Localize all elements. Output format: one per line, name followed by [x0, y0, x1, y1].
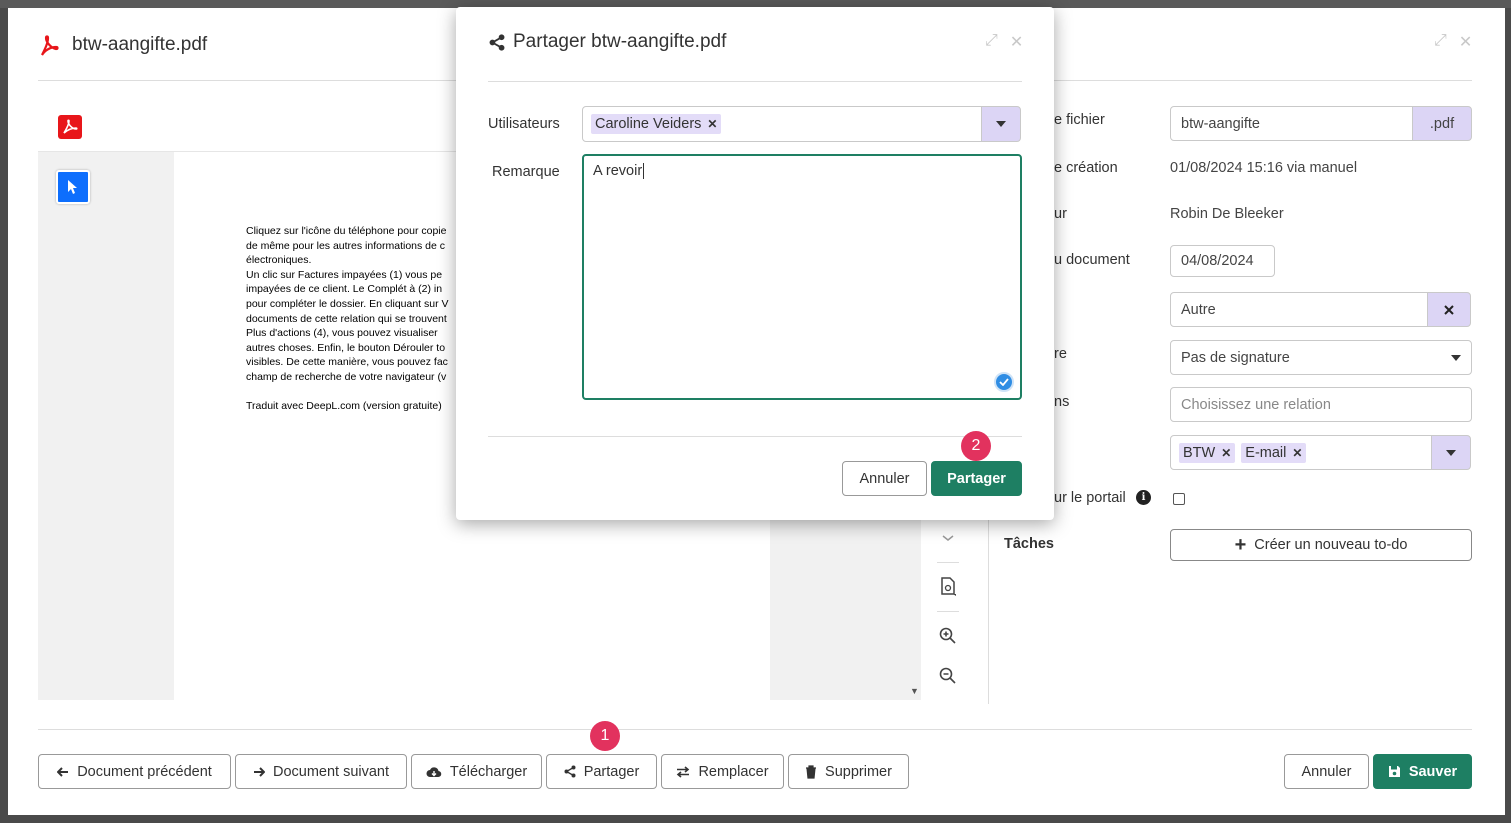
docdate-label: u document [1054, 252, 1130, 268]
spellcheck-icon[interactable] [994, 372, 1014, 392]
plus-icon: + [1234, 534, 1247, 556]
tag-chip[interactable]: E-mail ✕ [1241, 442, 1307, 463]
chevron-down-icon [1451, 354, 1461, 361]
remark-label: Remarque [492, 164, 560, 180]
share-cancel-button[interactable]: Annuler [842, 461, 927, 496]
select-tool-button[interactable] [56, 170, 90, 204]
tag-chip[interactable]: BTW ✕ [1179, 442, 1236, 463]
extension-addon: .pdf [1412, 106, 1472, 141]
type-select[interactable]: Autre [1170, 292, 1428, 327]
zoom-in-icon[interactable] [933, 616, 963, 656]
users-label: Utilisateurs [488, 116, 560, 132]
share-dialog-title: Partager btw-aangifte.pdf [513, 31, 727, 52]
arrow-right-icon [253, 766, 265, 777]
signature-select[interactable]: Pas de signature [1170, 340, 1472, 375]
close-icon [1444, 304, 1454, 315]
modal-header: btw-aangifte.pdf [38, 30, 207, 60]
docdate-input[interactable]: 04/08/2024 [1170, 245, 1275, 277]
chevron-down-icon [996, 121, 1006, 127]
viewer-tools [923, 518, 973, 696]
share-dialog: Partager btw-aangifte.pdf ⤢ ✕ Utilisateu… [456, 7, 1054, 520]
download-button[interactable]: Télécharger [411, 754, 542, 789]
trash-icon [806, 764, 817, 779]
share-dialog-header: Partager btw-aangifte.pdf [489, 31, 726, 53]
scroll-down-icon[interactable]: ▼ [910, 686, 919, 696]
portal-checkbox[interactable] [1173, 493, 1185, 505]
expand-icon[interactable]: ⤢ [985, 32, 998, 52]
floppy-disk-icon [1388, 766, 1400, 777]
created-label: e création [1054, 160, 1118, 176]
remark-textarea[interactable]: A revoir [582, 154, 1022, 400]
users-dropdown-button[interactable] [981, 106, 1021, 142]
tags-dropdown-button[interactable] [1431, 435, 1471, 470]
tags-input[interactable]: BTW ✕ E-mail ✕ [1170, 435, 1432, 470]
close-icon[interactable]: ✕ [1459, 32, 1472, 52]
remove-user-icon[interactable]: ✕ [707, 117, 717, 131]
relations-label: ns [1054, 394, 1070, 410]
share-button[interactable]: Partager [546, 754, 657, 789]
share-submit-button[interactable]: Partager [931, 461, 1022, 496]
previous-document-button[interactable]: Document précédent [38, 754, 231, 789]
cloud-download-icon [426, 766, 442, 777]
expand-icon[interactable]: ⤢ [1434, 32, 1447, 52]
close-icon[interactable]: ✕ [1010, 32, 1023, 52]
arrow-left-icon [57, 766, 69, 777]
save-button[interactable]: Sauver [1373, 754, 1472, 789]
user-chip[interactable]: Caroline Veiders ✕ [591, 114, 722, 134]
chevron-down-icon[interactable] [933, 518, 963, 558]
users-input[interactable]: Caroline Veiders ✕ [582, 106, 982, 142]
signature-label: re [1054, 346, 1067, 362]
delete-button[interactable]: Supprimer [788, 754, 909, 789]
author-value: Robin De Bleeker [1170, 206, 1284, 222]
relations-input[interactable]: Choisissez une relation [1170, 387, 1472, 422]
replace-button[interactable]: Remplacer [661, 754, 784, 789]
author-label: ur [1054, 206, 1067, 222]
step-badge-2: 2 [961, 431, 991, 461]
share-icon [564, 765, 576, 778]
chevron-down-icon [1446, 449, 1456, 456]
created-value: 01/08/2024 15:16 via manuel [1170, 160, 1358, 176]
next-document-button[interactable]: Document suivant [235, 754, 407, 789]
info-icon[interactable]: i [1136, 490, 1151, 505]
exchange-icon [677, 765, 690, 778]
share-icon [489, 33, 505, 51]
filename-label: e fichier [1054, 112, 1105, 128]
modal-title: btw-aangifte.pdf [72, 34, 208, 55]
tasks-label: Tâches [1004, 536, 1054, 552]
pdf-file-icon [38, 33, 60, 57]
cancel-button[interactable]: Annuler [1284, 754, 1369, 789]
remove-tag-icon[interactable]: ✕ [1221, 446, 1231, 460]
step-badge-1: 1 [590, 721, 620, 751]
cursor-icon [68, 180, 77, 194]
remove-tag-icon[interactable]: ✕ [1292, 446, 1302, 460]
zoom-out-icon[interactable] [933, 656, 963, 696]
pdf-logo-icon [58, 115, 82, 139]
portal-label: ur le portail [1054, 490, 1126, 506]
new-todo-button[interactable]: + Créer un nouveau to-do [1170, 529, 1472, 561]
page-settings-icon[interactable] [933, 567, 963, 607]
clear-type-button[interactable] [1427, 292, 1471, 327]
filename-input[interactable]: btw-aangifte [1170, 106, 1414, 141]
